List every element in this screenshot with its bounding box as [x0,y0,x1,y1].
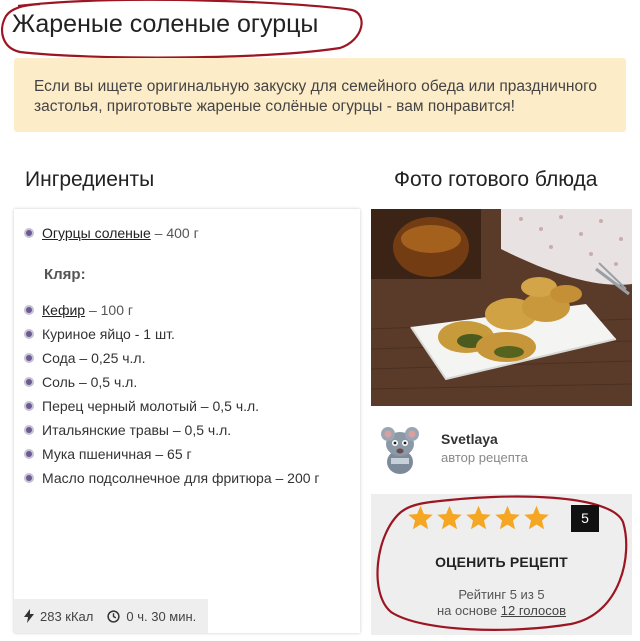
batter-heading: Кляр: [44,266,86,283]
rating-based-on: на основе 12 голосов [371,603,632,619]
bullet-icon [24,473,34,484]
ingredient-item: Соль – 0,5 ч.л. [24,374,137,390]
ingredient-item: Кефир – 100 г [24,302,133,318]
ingredient-item: Мука пшеничная – 65 г [24,446,192,462]
page-title: Жареные соленые огурцы [12,10,319,38]
bullet-icon [24,329,34,340]
star-icon[interactable] [435,504,464,532]
author-block: Svetlaya автор рецепта [371,418,632,482]
based-on-label: на основе [437,603,498,618]
lightning-icon [24,609,34,623]
ingredient-amount: – 100 г [88,302,133,318]
bullet-icon [24,401,34,412]
ingredients-heading: Ингредиенты [25,168,155,191]
time-value: 0 ч. 30 мин. [126,608,197,624]
ingredient-item: Куриное яйцо - 1 шт. [24,326,175,342]
ingredient-text: Перец черный молотый – 0,5 ч.л. [42,398,260,414]
ingredient-text: Итальянские травы – 0,5 ч.л. [42,422,232,438]
bullet-icon [24,449,34,460]
ingredient-text: Масло подсолнечное для фритюра – 200 г [42,470,320,486]
votes-link[interactable]: 12 голосов [501,603,566,618]
star-icon[interactable] [464,504,493,532]
author-role: автор рецепта [441,450,528,465]
bullet-icon [24,353,34,364]
bullet-icon [24,377,34,388]
star-icon[interactable] [406,504,435,532]
ingredient-text: Сода – 0,25 ч.л. [42,350,146,366]
clock-icon [107,609,121,623]
rating-summary: Рейтинг 5 из 5 на основе 12 голосов [371,587,632,619]
ingredient-link[interactable]: Кефир [42,302,85,318]
ingredient-amount: – 400 г [154,225,199,241]
rating-card: 5 ОЦЕНИТЬ РЕЦЕПТ Рейтинг 5 из 5 на основ… [371,494,632,635]
calories-stat: 283 кКал [24,609,93,624]
bullet-icon [24,228,34,239]
photo-heading: Фото готового блюда [394,168,598,191]
ingredient-item: Огурцы соленые – 400 г [24,225,199,241]
intro-banner: Если вы ищете оригинальную закуску для с… [14,58,626,132]
ingredient-text: Мука пшеничная – 65 г [42,446,192,462]
author-name[interactable]: Svetlaya [441,431,498,447]
ingredient-item: Перец черный молотый – 0,5 ч.л. [24,398,259,414]
bullet-icon [24,305,34,316]
ingredient-item: Сода – 0,25 ч.л. [24,350,146,366]
ingredient-text: Куриное яйцо - 1 шт. [42,326,175,342]
ingredient-item: Итальянские травы – 0,5 ч.л. [24,422,231,438]
intro-text: Если вы ищете оригинальную закуску для с… [34,78,598,115]
rating-summary-text: Рейтинг 5 из 5 [458,587,545,602]
ingredient-text: Соль – 0,5 ч.л. [42,374,138,390]
title-block: Жареные соленые огурцы [0,0,370,64]
calories-value: 283 кКал [40,608,94,624]
ingredient-item: Масло подсолнечное для фритюра – 200 г [24,470,320,486]
rating-count-badge: 5 [571,505,599,532]
rating-stars[interactable] [406,504,551,532]
star-icon[interactable] [493,504,522,532]
rate-recipe-button[interactable]: ОЦЕНИТЬ РЕЦЕПТ [371,554,632,570]
ingredient-link[interactable]: Огурцы соленые [42,225,151,241]
dish-photo[interactable] [371,209,632,406]
time-stat: 0 ч. 30 мин. [107,609,196,624]
bullet-icon [24,425,34,436]
ingredients-card: Огурцы соленые – 400 г Кляр: Кефир – 100… [14,209,360,633]
recipe-stats: 283 кКал 0 ч. 30 мин. [14,599,209,633]
avatar[interactable] [379,422,421,474]
star-icon[interactable] [522,504,551,532]
